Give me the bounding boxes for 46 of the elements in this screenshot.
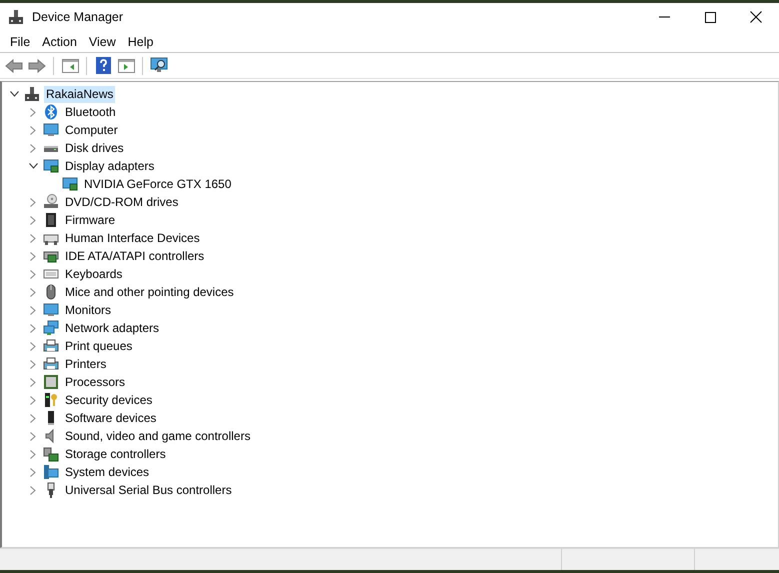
- minimize-icon: [658, 16, 670, 18]
- tree-item[interactable]: Security devices: [63, 392, 154, 408]
- menu-item[interactable]: View: [82, 32, 122, 50]
- tree-item[interactable]: Bluetooth: [63, 104, 118, 120]
- monitor-icon: [43, 302, 59, 318]
- monitor-icon: [43, 122, 59, 138]
- display-adapter-icon: [43, 158, 59, 174]
- optical-drive-icon: [43, 194, 59, 210]
- menu-item[interactable]: Help: [122, 32, 160, 50]
- tree-item[interactable]: DVD/CD-ROM drives: [63, 194, 180, 210]
- storage-controller-icon: [43, 446, 59, 462]
- tree-item[interactable]: RakaiaNews: [44, 86, 116, 102]
- bluetooth-icon: [43, 104, 59, 120]
- tree-item[interactable]: Disk drives: [63, 140, 126, 156]
- key-icon: [43, 392, 59, 408]
- tree-item[interactable]: NVIDIA GeForce GTX 1650: [82, 176, 234, 192]
- system-icon: [43, 464, 59, 480]
- window-title: Device Manager: [32, 8, 124, 26]
- printer-icon: [43, 356, 59, 372]
- tree-item[interactable]: Network adapters: [63, 320, 162, 336]
- tree-item[interactable]: Firmware: [63, 212, 117, 228]
- tree-item[interactable]: Monitors: [63, 302, 114, 318]
- tree-item[interactable]: Sound, video and game controllers: [63, 428, 252, 444]
- chip-icon: [43, 212, 59, 228]
- menu-item[interactable]: File: [4, 32, 36, 50]
- tree-item[interactable]: Software devices: [63, 410, 158, 426]
- tree-item[interactable]: Printers: [63, 356, 108, 372]
- tree-item[interactable]: Universal Serial Bus controllers: [63, 482, 234, 498]
- tree-item[interactable]: Keyboards: [63, 266, 124, 282]
- tree-item[interactable]: Computer: [63, 122, 120, 138]
- help-button[interactable]: [93, 56, 113, 76]
- tree-item[interactable]: Storage controllers: [63, 446, 168, 462]
- maximize-icon: [704, 12, 716, 22]
- printer-icon: [43, 338, 59, 354]
- tree-item[interactable]: Human Interface Devices: [63, 230, 202, 246]
- network-icon: [43, 320, 59, 336]
- close-icon: [750, 11, 762, 23]
- tree-item[interactable]: IDE ATA/ATAPI controllers: [63, 248, 206, 264]
- tree-item[interactable]: Print queues: [63, 338, 134, 354]
- menu-item[interactable]: Action: [36, 32, 83, 50]
- display-adapter-icon: [62, 176, 78, 192]
- processor-icon: [43, 374, 59, 390]
- tree-item[interactable]: Display adapters: [63, 158, 156, 174]
- tree-item[interactable]: System devices: [63, 464, 152, 480]
- tree-item[interactable]: Processors: [63, 374, 128, 390]
- tree-item[interactable]: Mice and other pointing devices: [63, 284, 236, 300]
